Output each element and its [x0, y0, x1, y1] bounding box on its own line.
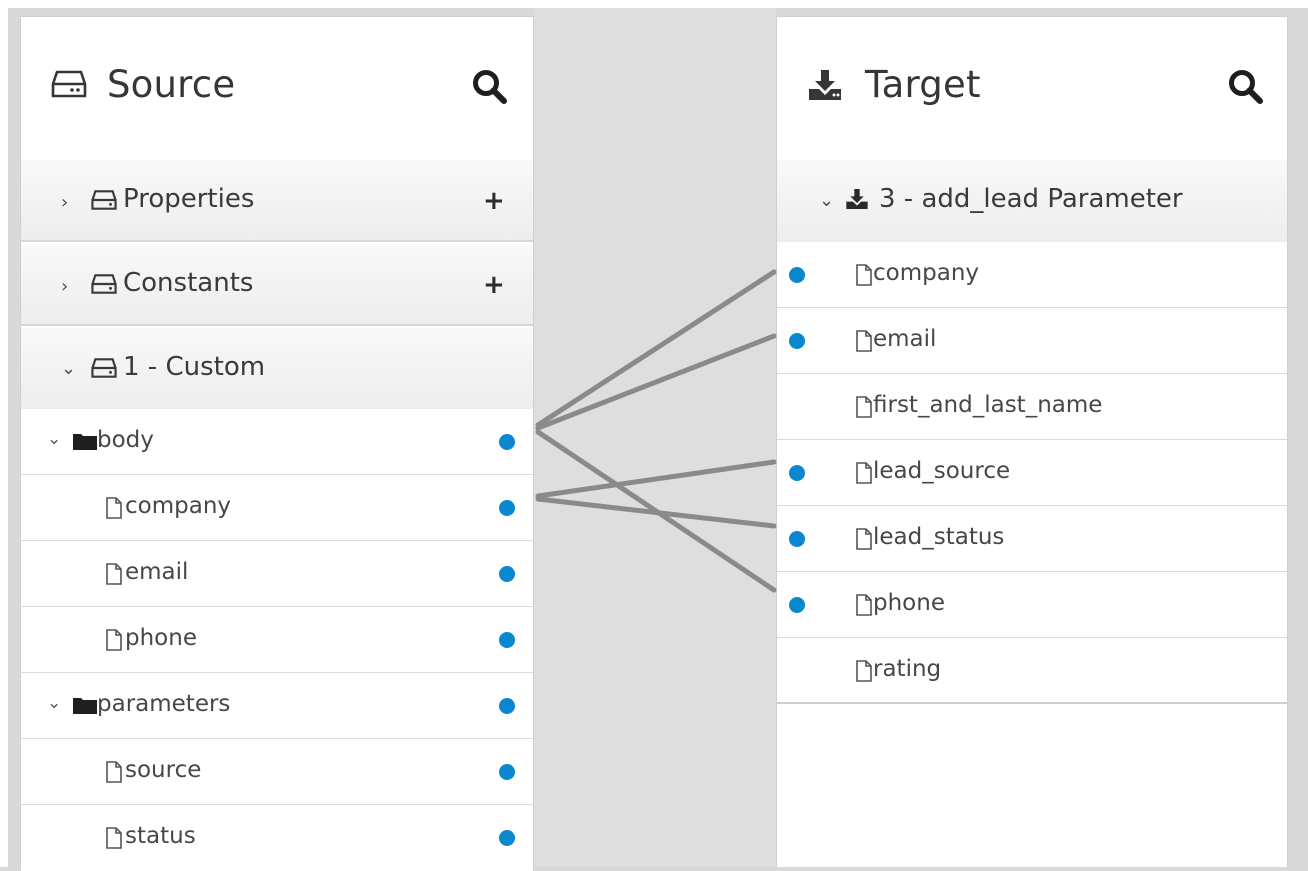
top-edge: [0, 0, 1308, 8]
connector-dot[interactable]: [789, 531, 805, 547]
field-label: rating: [873, 656, 942, 682]
connector-dot[interactable]: [499, 566, 515, 582]
file-icon: [855, 264, 873, 290]
left-edge: [0, 0, 8, 867]
source-group-custom[interactable]: ⌄ 1 - Custom: [21, 328, 533, 410]
search-icon[interactable]: [1228, 69, 1264, 109]
target-field-company[interactable]: company: [777, 242, 1287, 308]
target-panel: Target ⌄ 3 - add_lead Parameter company …: [776, 16, 1288, 867]
file-icon: [105, 761, 123, 787]
connector-dot[interactable]: [499, 698, 515, 714]
field-label: company: [873, 260, 980, 286]
add-constant-button[interactable]: +: [483, 270, 505, 300]
connector-dot[interactable]: [789, 333, 805, 349]
field-label: company: [125, 493, 232, 519]
hdd-icon: [51, 69, 87, 103]
field-label: phone: [125, 625, 197, 651]
chevron-down-icon[interactable]: ⌄: [47, 429, 61, 449]
source-panel: Source › Properties + › Constants + ⌄ 1 …: [20, 16, 534, 871]
chevron-down-icon[interactable]: ⌄: [61, 358, 76, 379]
file-icon: [855, 660, 873, 686]
source-group-constants[interactable]: › Constants +: [21, 244, 533, 326]
source-field-body[interactable]: ⌄ body: [21, 409, 533, 475]
field-label: parameters: [97, 691, 231, 717]
file-icon: [105, 497, 123, 523]
field-label: phone: [873, 590, 945, 616]
connector-dot[interactable]: [789, 597, 805, 613]
hdd-icon: [91, 357, 117, 383]
source-panel-title: Source: [107, 63, 236, 106]
field-label: source: [125, 757, 202, 783]
field-label: status: [125, 823, 196, 849]
download-icon: [845, 188, 869, 214]
field-label: lead_status: [873, 524, 1005, 550]
file-icon: [855, 396, 873, 422]
hdd-icon: [91, 273, 117, 299]
file-icon: [105, 629, 123, 655]
group-label: 1 - Custom: [123, 352, 266, 382]
file-icon: [855, 462, 873, 488]
target-field-phone[interactable]: phone: [777, 572, 1287, 638]
source-field-email[interactable]: email: [21, 541, 533, 607]
group-label: Constants: [123, 268, 254, 298]
target-field-lead-status[interactable]: lead_status: [777, 506, 1287, 572]
group-label: Properties: [123, 184, 255, 214]
mapping-gutter: [534, 8, 776, 867]
field-label: email: [873, 326, 937, 352]
chevron-down-icon[interactable]: ⌄: [819, 190, 834, 211]
group-label: 3 - add_lead Parameter: [879, 184, 1183, 214]
connector-dot[interactable]: [499, 764, 515, 780]
source-field-parameters[interactable]: ⌄ parameters: [21, 673, 533, 739]
connector-dot[interactable]: [789, 267, 805, 283]
source-field-company[interactable]: company: [21, 475, 533, 541]
connector-dot[interactable]: [499, 434, 515, 450]
connector-dot[interactable]: [499, 500, 515, 516]
connector-dot[interactable]: [499, 830, 515, 846]
add-property-button[interactable]: +: [483, 186, 505, 216]
target-field-rating[interactable]: rating: [777, 638, 1287, 704]
source-group-properties[interactable]: › Properties +: [21, 160, 533, 242]
file-icon: [855, 594, 873, 620]
target-field-email[interactable]: email: [777, 308, 1287, 374]
folder-icon: [73, 432, 97, 454]
search-icon[interactable]: [472, 69, 508, 109]
file-icon: [105, 563, 123, 589]
source-panel-header: Source: [21, 17, 533, 162]
target-field-first-and-last-name[interactable]: first_and_last_name: [777, 374, 1287, 440]
source-field-phone[interactable]: phone: [21, 607, 533, 673]
download-icon: [807, 69, 843, 105]
connector-dot[interactable]: [499, 632, 515, 648]
source-field-status[interactable]: status: [21, 805, 533, 871]
connector-dot[interactable]: [789, 465, 805, 481]
file-icon: [855, 330, 873, 356]
target-field-lead-source[interactable]: lead_source: [777, 440, 1287, 506]
field-label: email: [125, 559, 189, 585]
target-panel-title: Target: [865, 63, 981, 106]
file-icon: [855, 528, 873, 554]
data-mapper-canvas: Source › Properties + › Constants + ⌄ 1 …: [0, 0, 1308, 871]
target-group-add-lead[interactable]: ⌄ 3 - add_lead Parameter: [777, 160, 1287, 242]
target-panel-header: Target: [777, 17, 1287, 162]
field-label: body: [97, 427, 154, 453]
chevron-down-icon[interactable]: ⌄: [47, 693, 61, 713]
file-icon: [105, 827, 123, 853]
field-label: lead_source: [873, 458, 1011, 484]
hdd-icon: [91, 189, 117, 215]
chevron-right-icon[interactable]: ›: [61, 276, 68, 297]
folder-icon: [73, 696, 97, 718]
field-label: first_and_last_name: [873, 392, 1103, 418]
source-field-source[interactable]: source: [21, 739, 533, 805]
chevron-right-icon[interactable]: ›: [61, 192, 68, 213]
